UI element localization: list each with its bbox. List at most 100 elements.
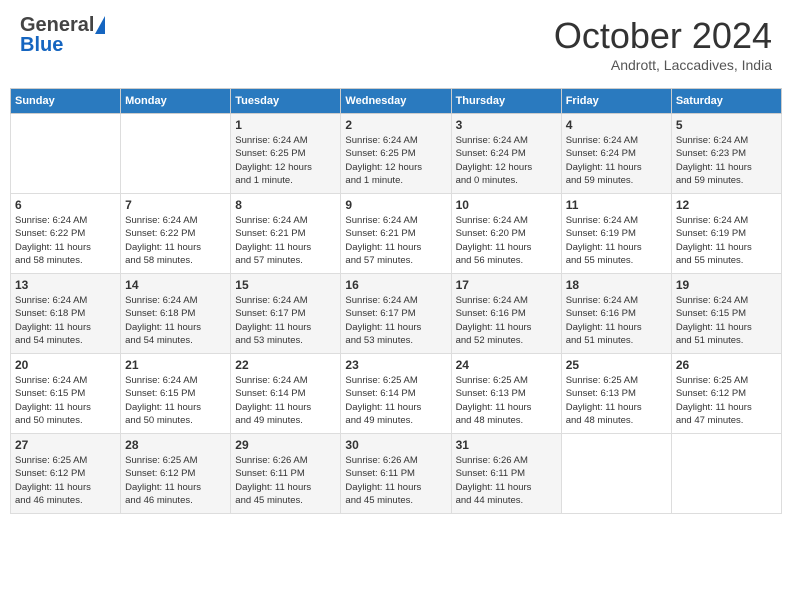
- calendar-cell: 23 Sunrise: 6:25 AMSunset: 6:14 PMDayligh…: [341, 354, 451, 434]
- calendar-cell: 7 Sunrise: 6:24 AMSunset: 6:22 PMDaylight…: [121, 194, 231, 274]
- calendar-cell: 13 Sunrise: 6:24 AMSunset: 6:18 PMDayligh…: [11, 274, 121, 354]
- day-number: 19: [676, 278, 777, 292]
- calendar-cell: 6 Sunrise: 6:24 AMSunset: 6:22 PMDaylight…: [11, 194, 121, 274]
- calendar-cell: 19Sunrise: 6:24 AMSunset: 6:15 PMDayligh…: [671, 274, 781, 354]
- calendar-cell: [121, 114, 231, 194]
- day-info: Sunrise: 6:24 AMSunset: 6:23 PMDaylight:…: [676, 134, 777, 187]
- location-subtitle: Andrott, Laccadives, India: [554, 57, 772, 73]
- weekday-header-tuesday: Tuesday: [231, 89, 341, 114]
- page-header: General Blue October 2024 Andrott, Lacca…: [10, 10, 782, 78]
- day-info: Sunrise: 6:24 AMSunset: 6:22 PMDaylight:…: [125, 214, 226, 267]
- day-number: 16: [345, 278, 446, 292]
- calendar-cell: 29 Sunrise: 6:26 AMSunset: 6:11 PMDayligh…: [231, 434, 341, 514]
- days-of-week-row: SundayMondayTuesdayWednesdayThursdayFrid…: [11, 89, 782, 114]
- day-number: 12: [676, 198, 777, 212]
- day-number: 24: [456, 358, 557, 372]
- calendar-cell: [11, 114, 121, 194]
- day-number: 28: [125, 438, 226, 452]
- calendar-body: 1 Sunrise: 6:24 AMSunset: 6:25 PMDaylight…: [11, 114, 782, 514]
- day-info: Sunrise: 6:24 AMSunset: 6:20 PMDaylight:…: [456, 214, 557, 267]
- calendar-cell: 15Sunrise: 6:24 AMSunset: 6:17 PMDayligh…: [231, 274, 341, 354]
- day-number: 17: [456, 278, 557, 292]
- calendar-cell: 27Sunrise: 6:25 AMSunset: 6:12 PMDayligh…: [11, 434, 121, 514]
- calendar-cell: [671, 434, 781, 514]
- calendar-cell: 28Sunrise: 6:25 AMSunset: 6:12 PMDayligh…: [121, 434, 231, 514]
- weekday-header-saturday: Saturday: [671, 89, 781, 114]
- calendar-cell: 25 Sunrise: 6:25 AMSunset: 6:13 PMDayligh…: [561, 354, 671, 434]
- day-number: 6: [15, 198, 116, 212]
- day-info: Sunrise: 6:24 AMSunset: 6:25 PMDaylight:…: [235, 134, 336, 187]
- calendar-week-row: 6 Sunrise: 6:24 AMSunset: 6:22 PMDaylight…: [11, 194, 782, 274]
- calendar-cell: 8Sunrise: 6:24 AMSunset: 6:21 PMDaylight…: [231, 194, 341, 274]
- weekday-header-wednesday: Wednesday: [341, 89, 451, 114]
- calendar-cell: 4Sunrise: 6:24 AMSunset: 6:24 PMDaylight…: [561, 114, 671, 194]
- calendar-cell: 12Sunrise: 6:24 AMSunset: 6:19 PMDayligh…: [671, 194, 781, 274]
- logo-triangle-icon: [95, 16, 105, 34]
- day-info: Sunrise: 6:24 AMSunset: 6:19 PMDaylight:…: [566, 214, 667, 267]
- weekday-header-thursday: Thursday: [451, 89, 561, 114]
- day-info: Sunrise: 6:24 AMSunset: 6:22 PMDaylight:…: [15, 214, 116, 267]
- day-number: 10: [456, 198, 557, 212]
- day-number: 4: [566, 118, 667, 132]
- day-info: Sunrise: 6:24 AMSunset: 6:17 PMDaylight:…: [235, 294, 336, 347]
- day-number: 23: [345, 358, 446, 372]
- calendar-cell: 14Sunrise: 6:24 AMSunset: 6:18 PMDayligh…: [121, 274, 231, 354]
- day-info: Sunrise: 6:25 AMSunset: 6:12 PMDaylight:…: [676, 374, 777, 427]
- day-number: 11: [566, 198, 667, 212]
- day-info: Sunrise: 6:24 AMSunset: 6:18 PMDaylight:…: [15, 294, 116, 347]
- day-info: Sunrise: 6:25 AMSunset: 6:14 PMDaylight:…: [345, 374, 446, 427]
- calendar-cell: 30Sunrise: 6:26 AMSunset: 6:11 PMDayligh…: [341, 434, 451, 514]
- day-info: Sunrise: 6:24 AMSunset: 6:21 PMDaylight:…: [235, 214, 336, 267]
- day-number: 26: [676, 358, 777, 372]
- day-number: 13: [15, 278, 116, 292]
- calendar-cell: 9Sunrise: 6:24 AMSunset: 6:21 PMDaylight…: [341, 194, 451, 274]
- day-info: Sunrise: 6:24 AMSunset: 6:24 PMDaylight:…: [456, 134, 557, 187]
- day-info: Sunrise: 6:26 AMSunset: 6:11 PMDaylight:…: [456, 454, 557, 507]
- calendar-cell: 20Sunrise: 6:24 AMSunset: 6:15 PMDayligh…: [11, 354, 121, 434]
- calendar-cell: 18Sunrise: 6:24 AMSunset: 6:16 PMDayligh…: [561, 274, 671, 354]
- calendar-cell: [561, 434, 671, 514]
- day-number: 22: [235, 358, 336, 372]
- calendar-header: SundayMondayTuesdayWednesdayThursdayFrid…: [11, 89, 782, 114]
- logo-blue: Blue: [20, 35, 63, 55]
- calendar-cell: 26 Sunrise: 6:25 AMSunset: 6:12 PMDayligh…: [671, 354, 781, 434]
- day-number: 31: [456, 438, 557, 452]
- calendar-week-row: 20Sunrise: 6:24 AMSunset: 6:15 PMDayligh…: [11, 354, 782, 434]
- day-info: Sunrise: 6:25 AMSunset: 6:13 PMDaylight:…: [566, 374, 667, 427]
- weekday-header-friday: Friday: [561, 89, 671, 114]
- day-info: Sunrise: 6:24 AMSunset: 6:25 PMDaylight:…: [345, 134, 446, 187]
- day-info: Sunrise: 6:24 AMSunset: 6:21 PMDaylight:…: [345, 214, 446, 267]
- calendar-cell: 10 Sunrise: 6:24 AMSunset: 6:20 PMDayligh…: [451, 194, 561, 274]
- day-number: 5: [676, 118, 777, 132]
- day-number: 7: [125, 198, 226, 212]
- title-block: October 2024 Andrott, Laccadives, India: [554, 15, 772, 73]
- logo: General Blue: [20, 15, 105, 55]
- weekday-header-sunday: Sunday: [11, 89, 121, 114]
- calendar-cell: 16 Sunrise: 6:24 AMSunset: 6:17 PMDayligh…: [341, 274, 451, 354]
- day-info: Sunrise: 6:24 AMSunset: 6:16 PMDaylight:…: [456, 294, 557, 347]
- weekday-header-monday: Monday: [121, 89, 231, 114]
- day-number: 14: [125, 278, 226, 292]
- day-info: Sunrise: 6:24 AMSunset: 6:15 PMDaylight:…: [125, 374, 226, 427]
- day-info: Sunrise: 6:25 AMSunset: 6:13 PMDaylight:…: [456, 374, 557, 427]
- calendar-cell: 31 Sunrise: 6:26 AMSunset: 6:11 PMDayligh…: [451, 434, 561, 514]
- day-number: 1: [235, 118, 336, 132]
- calendar-cell: 11 Sunrise: 6:24 AMSunset: 6:19 PMDayligh…: [561, 194, 671, 274]
- calendar-cell: 3Sunrise: 6:24 AMSunset: 6:24 PMDaylight…: [451, 114, 561, 194]
- day-number: 29: [235, 438, 336, 452]
- day-info: Sunrise: 6:24 AMSunset: 6:14 PMDaylight:…: [235, 374, 336, 427]
- logo-general: General: [20, 15, 94, 35]
- day-info: Sunrise: 6:24 AMSunset: 6:17 PMDaylight:…: [345, 294, 446, 347]
- calendar-table: SundayMondayTuesdayWednesdayThursdayFrid…: [10, 88, 782, 514]
- calendar-cell: 21Sunrise: 6:24 AMSunset: 6:15 PMDayligh…: [121, 354, 231, 434]
- day-number: 30: [345, 438, 446, 452]
- calendar-cell: 1 Sunrise: 6:24 AMSunset: 6:25 PMDaylight…: [231, 114, 341, 194]
- calendar-cell: 24 Sunrise: 6:25 AMSunset: 6:13 PMDayligh…: [451, 354, 561, 434]
- calendar-week-row: 27Sunrise: 6:25 AMSunset: 6:12 PMDayligh…: [11, 434, 782, 514]
- day-number: 25: [566, 358, 667, 372]
- calendar-week-row: 13 Sunrise: 6:24 AMSunset: 6:18 PMDayligh…: [11, 274, 782, 354]
- day-number: 27: [15, 438, 116, 452]
- day-info: Sunrise: 6:26 AMSunset: 6:11 PMDaylight:…: [235, 454, 336, 507]
- calendar-cell: 22 Sunrise: 6:24 AMSunset: 6:14 PMDayligh…: [231, 354, 341, 434]
- day-info: Sunrise: 6:24 AMSunset: 6:15 PMDaylight:…: [15, 374, 116, 427]
